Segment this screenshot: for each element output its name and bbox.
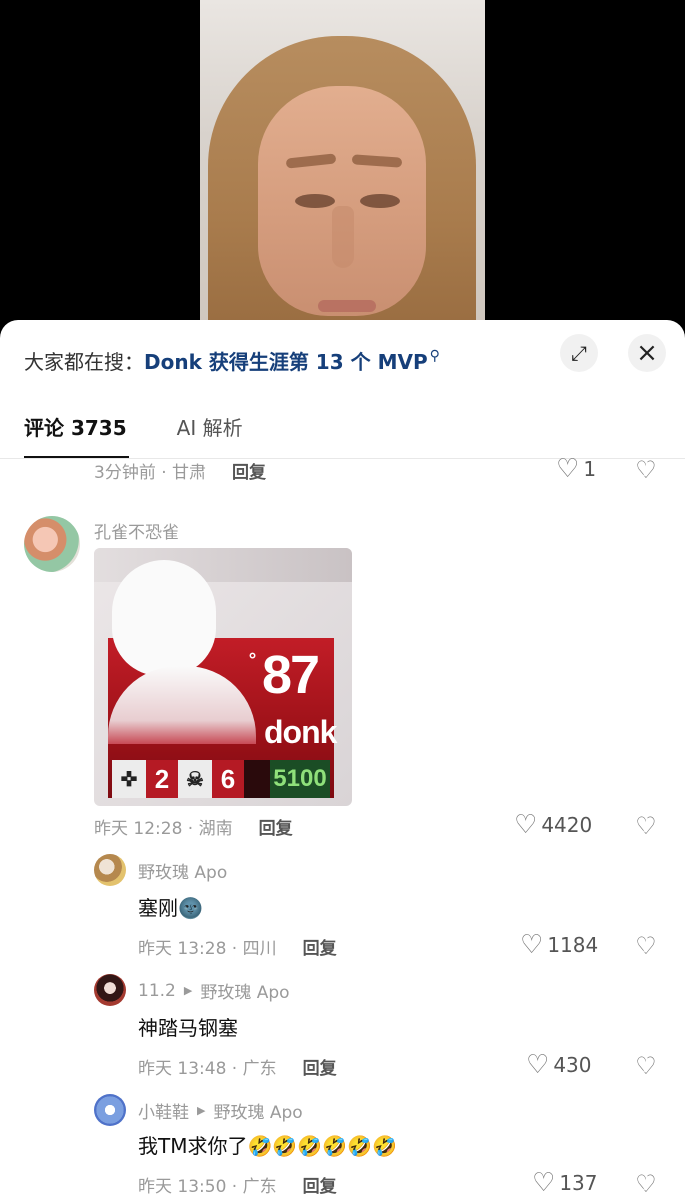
left-eye <box>295 194 335 208</box>
like-button[interactable]: ♡ 1184 <box>520 930 598 960</box>
skull-icon: ☠ <box>178 760 212 798</box>
heart-icon: ♡ <box>526 1050 550 1080</box>
reply-arrow-icon: ▶ <box>197 1104 206 1117</box>
money-value: 5100 <box>270 760 330 798</box>
username-text: 小鞋鞋 <box>138 1103 189 1123</box>
crosshair-icon: ✜ <box>112 760 146 798</box>
search-keyword-link[interactable]: Donk 获得生涯第 13 个 MVP <box>144 346 428 375</box>
dislike-icon[interactable]: ♡ <box>634 812 658 840</box>
heart-icon: ♡ <box>520 930 544 960</box>
avatar[interactable] <box>94 974 126 1006</box>
avatar[interactable] <box>24 516 80 572</box>
like-count: 430 <box>553 1053 592 1077</box>
like-button[interactable]: ♡ 4420 <box>514 810 592 840</box>
reply-username[interactable]: 野玫瑰 Apo <box>138 858 227 883</box>
right-eye <box>360 194 400 208</box>
reply-to-username[interactable]: 野玫瑰 Apo <box>200 978 289 1003</box>
like-button[interactable]: ♡ 430 <box>526 1050 592 1080</box>
stat-value: 6 <box>212 760 244 798</box>
comment-tabs: 评论 3735 AI 解析 <box>24 412 291 459</box>
username-text: 野玫瑰 Apo <box>138 863 228 883</box>
comment-time-location: 昨天 12:28 · 湖南 <box>94 819 233 839</box>
reply-text: 神踏马钢塞 <box>138 1016 238 1040</box>
like-count: 1184 <box>547 933 599 957</box>
dislike-icon[interactable]: ♡ <box>634 456 658 484</box>
avatar[interactable] <box>94 1094 126 1126</box>
comment-meta: 昨天 12:28 · 湖南 回复 <box>94 814 293 839</box>
reply-username[interactable]: 小鞋鞋 ▶ 野玫瑰 Apo <box>138 1098 303 1123</box>
like-count: 1 <box>583 457 597 481</box>
expand-button[interactable]: ⤢ <box>560 334 598 372</box>
comment-meta: 3分钟前 · 甘肃 回复 <box>94 458 266 483</box>
rating-star-icon: ° <box>248 650 257 671</box>
heart-icon: ♡ <box>532 1168 556 1198</box>
mouth <box>318 300 376 312</box>
close-icon: × <box>636 338 658 368</box>
tab-ai-analysis[interactable]: AI 解析 <box>177 412 243 456</box>
comment-image[interactable]: ° 87 donk ✜ 2 ☠ 6 5100 <box>94 548 352 806</box>
search-suggestion[interactable]: 大家都在搜： Donk 获得生涯第 13 个 MVP ⚲ <box>24 344 440 376</box>
mvp-player-name: donk <box>264 714 337 750</box>
person-face <box>258 86 426 316</box>
reply-button[interactable]: 回复 <box>303 934 337 959</box>
username-text: 孔雀不恐雀 <box>94 523 179 543</box>
reply-text: 我TM求你了🤣🤣🤣🤣🤣🤣 <box>138 1134 397 1158</box>
search-prefix: 大家都在搜： <box>24 349 144 374</box>
like-count: 4420 <box>541 813 593 837</box>
dislike-icon[interactable]: ♡ <box>634 932 658 960</box>
comment-meta: 昨天 13:50 · 广东 回复 <box>138 1172 337 1197</box>
reply-button[interactable]: 回复 <box>303 1172 337 1197</box>
video-player[interactable] <box>0 0 685 340</box>
comment-meta: 昨天 13:28 · 四川 回复 <box>138 934 337 959</box>
expand-icon: ⤢ <box>571 341 587 365</box>
comment-meta: 昨天 13:48 · 广东 回复 <box>138 1054 337 1079</box>
reply-username[interactable]: 11.2 ▶ 野玫瑰 Apo <box>138 978 290 1004</box>
video-frame <box>200 0 485 340</box>
close-button[interactable]: × <box>628 334 666 372</box>
heart-icon: ♡ <box>514 810 538 840</box>
mvp-rating: 87 <box>262 645 320 705</box>
search-icon: ⚲ <box>429 348 440 364</box>
heart-icon: ♡ <box>556 454 580 484</box>
stat-value: 2 <box>146 760 178 798</box>
nose <box>332 206 354 268</box>
tab-comments[interactable]: 评论 3735 <box>24 412 129 459</box>
reply-arrow-icon: ▶ <box>183 984 193 997</box>
like-count: 137 <box>559 1171 598 1195</box>
like-button[interactable]: ♡ 137 <box>532 1168 598 1198</box>
mvp-stats-bar: ✜ 2 ☠ 6 5100 <box>112 760 330 798</box>
reply-to-username[interactable]: 野玫瑰 Apo <box>213 1098 302 1123</box>
comment-time-location: 3分钟前 · 甘肃 <box>94 463 207 483</box>
reply-text: 塞刚🌚 <box>138 896 203 920</box>
dislike-icon[interactable]: ♡ <box>634 1170 658 1198</box>
comment-time-location: 昨天 13:48 · 广东 <box>138 1059 277 1079</box>
reply-button[interactable]: 回复 <box>259 814 293 839</box>
silhouette-head <box>112 560 216 676</box>
reply-button[interactable]: 回复 <box>303 1054 337 1079</box>
avatar[interactable] <box>94 854 126 886</box>
comment-username[interactable]: 孔雀不恐雀 <box>94 518 179 543</box>
username-text: 11.2 <box>138 980 176 1001</box>
dislike-icon[interactable]: ♡ <box>634 1052 658 1080</box>
comment-time-location: 昨天 13:50 · 广东 <box>138 1177 277 1197</box>
comment-sheet: 大家都在搜： Donk 获得生涯第 13 个 MVP ⚲ ⤢ × 评论 3735… <box>0 320 685 1200</box>
reply-button[interactable]: 回复 <box>232 458 266 483</box>
comment-time-location: 昨天 13:28 · 四川 <box>138 939 277 959</box>
like-button[interactable]: ♡ 1 <box>556 454 596 484</box>
